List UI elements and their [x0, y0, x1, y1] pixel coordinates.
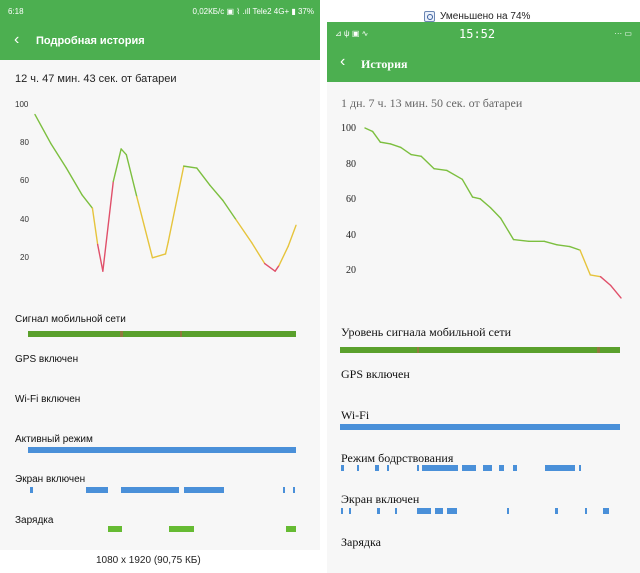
screen-segment — [184, 487, 224, 493]
right-phone-screenshot: ⊿ ψ ▣ ∿ 15:52 ··· ▭ ‹ История 1 дн. 7 ч.… — [327, 22, 640, 573]
screen-segment — [283, 487, 285, 493]
screen-segment — [30, 487, 33, 493]
wifi-bar — [340, 424, 620, 430]
signal-bar-noise — [120, 331, 123, 337]
signal-bar — [340, 347, 620, 353]
charging-segment — [286, 526, 296, 532]
wake-segments — [341, 465, 581, 471]
zoom-caption: Уменьшено на 74% — [440, 11, 531, 22]
image-size-caption: 1080 x 1920 (90,75 КБ) — [96, 555, 201, 566]
signal-bar-noise — [180, 331, 182, 337]
status-bars — [28, 331, 296, 532]
left-phone-screenshot: 6:18 0,02КБ/с ▣ ⌇ .ıll Tele2 4G+ ▮ 37% ‹… — [0, 0, 320, 550]
screen-segments — [341, 508, 609, 514]
screen-segment — [293, 487, 295, 493]
status-bars — [340, 347, 620, 514]
magnifier-icon[interactable] — [424, 11, 435, 22]
charging-segment — [169, 526, 194, 532]
screen-segment — [86, 487, 108, 493]
signal-bar-noise — [417, 347, 419, 353]
charging-segment — [108, 526, 122, 532]
signal-bar-noise — [597, 347, 600, 353]
signal-bar — [28, 331, 296, 337]
awake-bar — [28, 447, 296, 453]
screen-segment — [121, 487, 179, 493]
